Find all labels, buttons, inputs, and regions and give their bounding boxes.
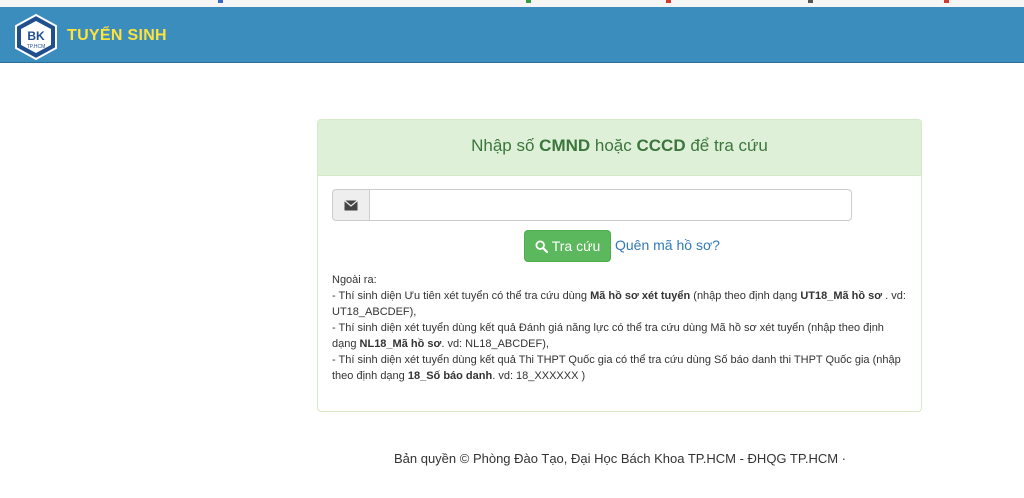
browser-top-strip: [0, 0, 1024, 7]
site-header: BK TP.HCM TUYỂN SINH: [0, 7, 1024, 63]
strip-mark: [944, 0, 949, 3]
note-line-national-exam: - Thí sinh diện xét tuyển dùng kết quả T…: [332, 352, 907, 384]
note-bold: Mã hồ sơ xét tuyển: [590, 290, 691, 302]
note-text: (nhập theo định dạng: [690, 290, 801, 302]
note-text: - Thí sinh diện Ưu tiên xét tuyển có thể…: [332, 290, 591, 302]
heading-cmnd: CMND: [539, 136, 591, 155]
footer-copyright: Bản quyền © Phòng Đào Tạo, Đại Học Bách …: [393, 451, 847, 466]
id-number-input[interactable]: [369, 189, 852, 221]
note-line-priority: - Thí sinh diện Ưu tiên xét tuyển có thể…: [332, 288, 907, 320]
note-bold: NL18_Mã hồ sơ: [359, 338, 442, 350]
search-button[interactable]: Tra cứu: [524, 230, 611, 262]
heading-text: để tra cứu: [685, 136, 768, 155]
strip-mark: [218, 0, 223, 3]
envelope-icon: [332, 189, 369, 221]
forgot-code-link[interactable]: Quên mã hồ sơ?: [615, 237, 720, 253]
strip-mark: [526, 0, 531, 3]
note-bold: UT18_Mã hồ sơ: [800, 290, 883, 302]
note-text: . vd: 18_XXXXXX ): [492, 370, 586, 382]
heading-text: Nhập số: [471, 136, 540, 155]
lookup-panel: Nhập số CMND hoặc CCCD để tra cứu Tra cứ…: [317, 119, 922, 412]
heading-cccd: CCCD: [636, 136, 686, 155]
notes-block: Ngoài ra: - Thí sinh diện Ưu tiên xét tu…: [332, 272, 907, 384]
svg-text:TP.HCM: TP.HCM: [27, 44, 46, 50]
notes-title: Ngoài ra:: [332, 274, 377, 286]
search-icon: [535, 239, 548, 253]
id-input-group: [332, 189, 852, 221]
search-button-label: Tra cứu: [551, 238, 601, 254]
brand-title[interactable]: TUYỂN SINH: [67, 27, 167, 45]
strip-mark: [666, 0, 671, 3]
strip-mark: [808, 0, 813, 3]
note-bold: 18_Số báo danh: [407, 370, 493, 382]
panel-heading: Nhập số CMND hoặc CCCD để tra cứu: [318, 120, 921, 176]
note-text: . vd: NL18_ABCDEF),: [441, 338, 549, 350]
bk-logo[interactable]: BK TP.HCM: [12, 13, 60, 61]
svg-text:BK: BK: [27, 29, 45, 43]
heading-text: hoặc: [590, 136, 637, 155]
note-line-aptitude: - Thí sinh diện xét tuyển dùng kết quả Đ…: [332, 320, 907, 352]
